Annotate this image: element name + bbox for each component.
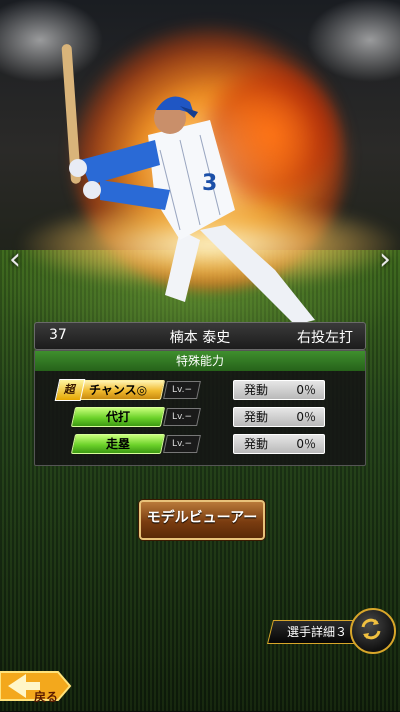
trigger-percent: 0％ <box>296 410 316 424</box>
ability-trigger-status: 発動 0％ <box>233 434 325 454</box>
ability-row[interactable]: 走塁 Lv.− 発動 0％ <box>35 433 365 455</box>
player-detail-label: 選手詳細３ <box>286 625 347 639</box>
ability-trigger-status: 発動 0％ <box>233 380 325 400</box>
back-button[interactable]: 戻る <box>0 664 74 708</box>
ability-name: 代打 <box>70 407 166 427</box>
ability-level: Lv.− <box>163 381 201 399</box>
prev-player-button[interactable]: ‹ <box>2 242 28 278</box>
trigger-percent: 0％ <box>296 437 316 451</box>
ability-level: Lv.− <box>163 408 201 426</box>
ability-name: チャンス◎ <box>70 380 166 400</box>
trigger-percent: 0％ <box>296 383 316 397</box>
chevron-left-icon: ‹ <box>9 242 21 277</box>
trigger-label: 発動 <box>244 410 269 424</box>
super-badge: 超 <box>54 379 86 401</box>
back-label: 戻る <box>34 690 59 704</box>
abilities-header: 特殊能力 <box>35 351 365 371</box>
ability-level: Lv.− <box>163 435 201 453</box>
ability-name: 走塁 <box>70 434 166 454</box>
ability-row[interactable]: 代打 Lv.− 発動 0％ <box>35 406 365 428</box>
swap-arrows-icon <box>361 618 381 640</box>
ability-trigger-status: 発動 0％ <box>233 407 325 427</box>
trigger-label: 発動 <box>244 437 269 451</box>
trigger-label: 発動 <box>244 383 269 397</box>
batting-hand: 右投左打 <box>297 330 353 346</box>
chevron-right-icon: › <box>379 242 391 277</box>
swap-button[interactable] <box>350 608 396 654</box>
ability-row[interactable]: 超 チャンス◎ Lv.− 発動 0％ <box>35 379 365 401</box>
special-abilities-panel: 特殊能力 超 チャンス◎ Lv.− 発動 0％ 代打 Lv.− 発動 0％ 走塁… <box>34 350 366 466</box>
svg-text:3: 3 <box>202 171 217 196</box>
model-viewer-button[interactable]: モデルビューアー <box>139 500 265 540</box>
player-name-bar: 37 楠本 泰史 右投左打 <box>34 322 366 350</box>
player-image: 3 <box>61 44 315 325</box>
next-player-button[interactable]: › <box>372 242 398 278</box>
